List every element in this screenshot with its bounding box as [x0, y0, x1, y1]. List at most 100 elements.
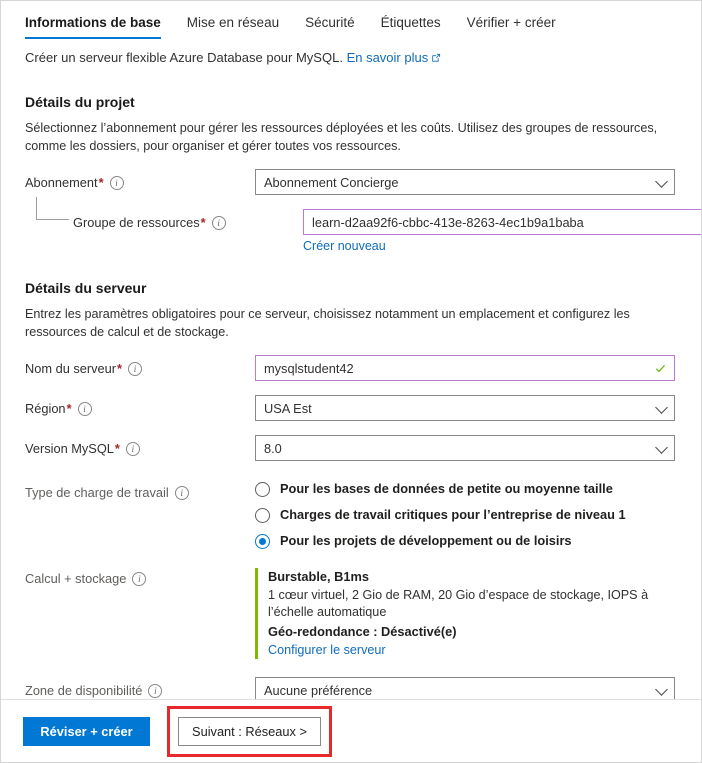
row-server-name: Nom du serveur* i mysqlstudent42 [25, 355, 677, 381]
tab-label: Mise en réseau [186, 15, 280, 30]
row-compute-storage: Calcul + stockage i Burstable, B1ms 1 cœu… [25, 568, 677, 659]
info-icon[interactable]: i [109, 176, 124, 190]
radio-button [255, 507, 270, 523]
next-button-highlight: Suivant : Réseaux > [167, 705, 332, 757]
mysql-version-label-text: Version MySQL [25, 441, 114, 456]
create-new-resource-group-wrap: Créer nouveau [303, 239, 677, 253]
resource-group-label: Groupe de ressources* i [25, 197, 303, 231]
availability-zone-value: Aucune préférence [264, 682, 373, 698]
mysql-version-label: Version MySQL* i [25, 435, 255, 457]
compute-storage-label: Calcul + stockage i [25, 568, 255, 587]
region-value: USA Est [264, 400, 312, 416]
intro-text: Créer un serveur flexible Azure Database… [1, 39, 701, 67]
wizard-tabs: Informations de base Mise en réseau Sécu… [1, 1, 701, 39]
tab-informations-de-base[interactable]: Informations de base [25, 15, 161, 39]
radio-label: Pour les bases de données de petite ou m… [280, 481, 613, 496]
tab-label: Sécurité [305, 15, 355, 30]
compute-storage-label-text: Calcul + stockage [25, 571, 127, 586]
required-asterisk: * [98, 175, 104, 190]
resource-group-value: learn-d2aa92f6-cbbc-413e-8263-4ec1b9a1ba… [312, 214, 584, 230]
form-content: Détails du projet Sélectionnez l’abonnem… [1, 94, 701, 703]
server-details-heading: Détails du serveur [25, 280, 147, 296]
wizard-footer: Réviser + créer Suivant : Réseaux > [1, 699, 701, 762]
workload-type-label: Type de charge de travail i [25, 479, 255, 501]
tab-label: Étiquettes [380, 15, 441, 30]
region-field: USA Est [255, 395, 677, 421]
availability-zone-label-text: Zone de disponibilité [25, 683, 143, 698]
tab-etiquettes[interactable]: Étiquettes [381, 15, 441, 39]
mysql-version-field: 8.0 [255, 435, 677, 461]
tab-securite[interactable]: Sécurité [305, 15, 355, 39]
server-name-value: mysqlstudent42 [264, 360, 354, 376]
checkmark-icon [655, 362, 666, 373]
radio-label: Charges de travail critiques pour l’entr… [280, 507, 626, 522]
required-asterisk: * [114, 441, 120, 456]
row-subscription: Abonnement* i Abonnement Concierge [25, 169, 677, 195]
compute-details: 1 cœur virtuel, 2 Gio de RAM, 20 Gio d’e… [268, 588, 649, 619]
server-name-input[interactable]: mysqlstudent42 [255, 355, 675, 381]
region-select[interactable]: USA Est [255, 395, 675, 421]
resource-group-select[interactable]: learn-d2aa92f6-cbbc-413e-8263-4ec1b9a1ba… [303, 209, 701, 235]
subscription-select[interactable]: Abonnement Concierge [255, 169, 675, 195]
project-details-description: Sélectionnez l’abonnement pour gérer les… [25, 121, 658, 153]
tab-label: Vérifier + créer [466, 15, 556, 30]
server-name-field: mysqlstudent42 [255, 355, 677, 381]
tab-verifier-creer[interactable]: Vérifier + créer [467, 15, 556, 39]
learn-more-link[interactable]: En savoir plus [347, 50, 429, 65]
info-icon[interactable]: i [132, 572, 147, 586]
required-asterisk: * [66, 401, 72, 416]
server-details-description: Entrez les paramètres obligatoires pour … [25, 307, 630, 339]
subscription-value: Abonnement Concierge [264, 174, 399, 190]
workload-option-dev-hobby[interactable]: Pour les projets de développement ou de … [255, 533, 677, 549]
mysql-version-select[interactable]: 8.0 [255, 435, 675, 461]
create-mysql-flexible-server-page: Informations de base Mise en réseau Sécu… [0, 0, 702, 763]
required-asterisk: * [200, 215, 206, 230]
subscription-field: Abonnement Concierge [255, 169, 677, 195]
compute-storage-summary: Burstable, B1ms 1 cœur virtuel, 2 Gio de… [255, 568, 677, 659]
next-networking-button[interactable]: Suivant : Réseaux > [178, 716, 321, 746]
intro-sentence: Créer un serveur flexible Azure Database… [25, 50, 343, 65]
workload-type-label-text: Type de charge de travail [25, 485, 169, 500]
create-new-link[interactable]: Créer nouveau [303, 239, 386, 253]
radio-button [255, 481, 270, 497]
configure-server-wrap: Configurer le serveur [268, 642, 677, 659]
resource-group-label-text: Groupe de ressources [73, 215, 200, 230]
compute-tier: Burstable, B1ms [268, 569, 369, 584]
chevron-down-icon [655, 683, 668, 696]
resource-group-field: learn-d2aa92f6-cbbc-413e-8263-4ec1b9a1ba… [303, 209, 701, 253]
chevron-down-icon [655, 175, 668, 188]
radio-button-selected [255, 533, 270, 549]
chevron-down-icon [655, 401, 668, 414]
workload-option-small-medium[interactable]: Pour les bases de données de petite ou m… [255, 481, 677, 497]
tree-connector-line [36, 197, 69, 220]
row-mysql-version: Version MySQL* i 8.0 [25, 435, 677, 461]
configure-server-link[interactable]: Configurer le serveur [268, 643, 386, 657]
row-workload-type: Type de charge de travail i Pour les base… [25, 479, 677, 549]
compute-storage-field: Burstable, B1ms 1 cœur virtuel, 2 Gio de… [255, 568, 677, 659]
learn-more-label: En savoir plus [346, 50, 429, 65]
review-create-button[interactable]: Réviser + créer [23, 716, 150, 746]
chevron-down-icon [655, 441, 668, 454]
info-icon[interactable]: i [77, 402, 92, 416]
info-icon[interactable]: i [148, 684, 163, 698]
row-region: Région* i USA Est [25, 395, 677, 421]
info-icon[interactable]: i [211, 216, 226, 230]
tab-label: Informations de base [25, 15, 161, 30]
row-resource-group: Groupe de ressources* i learn-d2aa92f6-cb… [25, 197, 701, 253]
region-label: Région* i [25, 395, 255, 417]
radio-label: Pour les projets de développement ou de … [280, 533, 572, 548]
info-icon[interactable]: i [174, 486, 189, 500]
project-details-heading: Détails du projet [25, 94, 135, 110]
compute-geo-redundancy: Géo-redondance : Désactivé(e) [268, 624, 457, 639]
workload-type-options: Pour les bases de données de petite ou m… [255, 479, 677, 549]
server-name-label-text: Nom du serveur [25, 361, 117, 376]
tab-mise-en-reseau[interactable]: Mise en réseau [187, 15, 279, 39]
workload-option-tier1-business-critical[interactable]: Charges de travail critiques pour l’entr… [255, 507, 677, 523]
info-icon[interactable]: i [125, 442, 140, 456]
info-icon[interactable]: i [128, 362, 143, 376]
server-name-label: Nom du serveur* i [25, 355, 255, 377]
required-asterisk: * [117, 361, 123, 376]
region-label-text: Région [25, 401, 66, 416]
subscription-label-text: Abonnement [25, 175, 98, 190]
availability-zone-label: Zone de disponibilité i [25, 677, 255, 699]
